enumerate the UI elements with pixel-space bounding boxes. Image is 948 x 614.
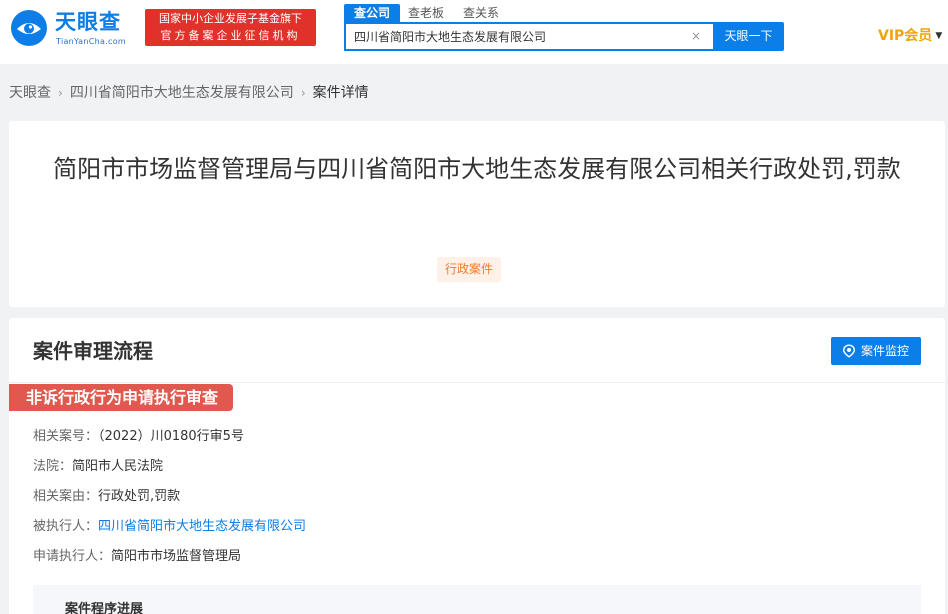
clear-icon[interactable]: ×	[691, 28, 701, 44]
detail-value: 行政处罚,罚款	[98, 489, 181, 504]
detail-row-court: 法院：简阳市人民法院	[33, 458, 163, 476]
fund-badge-line2: 官方备案企业征信机构	[160, 29, 301, 42]
detail-value: 简阳市市场监督管理局	[111, 549, 242, 564]
search-input[interactable]	[346, 24, 682, 49]
case-process-card: 案件审理流程 案件监控 非诉行政行为申请执行审查 相关案号：（2022）川018…	[9, 318, 945, 614]
detail-label: 相关案由：	[33, 489, 99, 504]
vip-menu[interactable]: VIP会员 ▼	[878, 27, 942, 45]
case-title-card: 简阳市市场监督管理局与四川省简阳市大地生态发展有限公司相关行政处罚,罚款 行政案…	[9, 121, 945, 307]
detail-label: 申请执行人：	[33, 549, 112, 564]
vip-label: VIP会员	[878, 28, 933, 44]
detail-label: 相关案号：	[33, 429, 99, 444]
case-type-tag: 行政案件	[437, 257, 502, 282]
stage-title-ribbon: 非诉行政行为申请执行审查	[9, 384, 233, 411]
detail-label: 法院：	[33, 459, 73, 474]
breadcrumb: 天眼查 › 四川省简阳市大地生态发展有限公司 › 案件详情	[9, 83, 369, 103]
case-monitor-button[interactable]: 案件监控	[831, 337, 921, 365]
detail-value: 简阳市人民法院	[72, 459, 164, 474]
tab-search-boss[interactable]: 查老板	[408, 4, 444, 22]
top-header: 天眼查 TianYanCha.com 国家中小企业发展子基金旗下 官方备案企业征…	[0, 0, 948, 64]
breadcrumb-current: 案件详情	[312, 85, 369, 101]
search-box: ×	[344, 22, 713, 51]
detail-row-case-number: 相关案号：（2022）川0180行审5号	[33, 428, 244, 446]
case-title: 简阳市市场监督管理局与四川省简阳市大地生态发展有限公司相关行政处罚,罚款	[53, 155, 901, 183]
fund-badge-line1: 国家中小企业发展子基金旗下	[159, 12, 302, 25]
tab-search-company[interactable]: 查公司	[344, 4, 401, 22]
logo-subtext: TianYanCha.com	[56, 37, 126, 46]
tab-search-relation[interactable]: 查关系	[463, 4, 499, 22]
breadcrumb-company[interactable]: 四川省简阳市大地生态发展有限公司	[70, 85, 294, 101]
detail-row-executed-party: 被执行人：四川省简阳市大地生态发展有限公司	[33, 518, 306, 536]
case-monitor-label: 案件监控	[861, 344, 910, 358]
divider	[9, 382, 945, 383]
breadcrumb-separator: ›	[58, 86, 63, 100]
breadcrumb-separator: ›	[300, 86, 306, 100]
breadcrumb-home[interactable]: 天眼查	[9, 85, 51, 101]
detail-row-cause: 相关案由：行政处罚,罚款	[33, 488, 180, 506]
detail-label: 被执行人：	[33, 519, 99, 534]
site-logo[interactable]: 天眼查 TianYanCha.com	[9, 8, 137, 50]
monitor-eye-icon	[842, 344, 856, 358]
case-progress-section: 案件程序进展	[33, 585, 921, 614]
detail-value: （2022）川0180行审5号	[98, 429, 244, 444]
search-button[interactable]: 天眼一下	[713, 22, 784, 51]
chevron-down-icon: ▼	[935, 31, 943, 41]
executed-party-link[interactable]: 四川省简阳市大地生态发展有限公司	[98, 519, 306, 534]
case-progress-label: 案件程序进展	[65, 602, 144, 614]
fund-badge: 国家中小企业发展子基金旗下 官方备案企业征信机构	[145, 9, 316, 46]
process-section-title: 案件审理流程	[33, 339, 153, 363]
detail-row-applicant: 申请执行人：简阳市市场监督管理局	[33, 548, 241, 566]
logo-text: 天眼查	[55, 10, 121, 34]
tianyancha-eye-logo-icon	[11, 10, 47, 46]
